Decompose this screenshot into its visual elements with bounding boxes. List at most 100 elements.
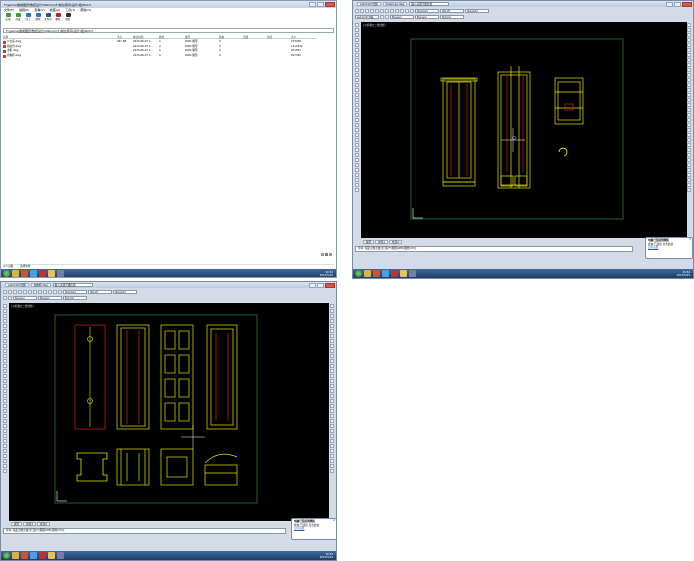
command-line[interactable]: 命令: 指定对角点或 [栏选(F)/圈围(WP)/圈交(CP)]: xyxy=(3,528,286,534)
draw-tool-icon[interactable] xyxy=(3,449,7,453)
copy-icon[interactable] xyxy=(28,289,32,294)
properties-button[interactable]: 属性 xyxy=(64,13,72,21)
draw-tool-icon[interactable] xyxy=(355,168,359,172)
modify-tool-icon[interactable] xyxy=(330,414,334,418)
modify-tool-icon[interactable] xyxy=(330,389,334,393)
draw-tool-icon[interactable] xyxy=(3,419,7,423)
draw-tool-icon[interactable] xyxy=(3,454,7,458)
start-button[interactable] xyxy=(3,552,10,559)
col-version[interactable]: 版本 xyxy=(219,35,243,39)
delete-button[interactable]: 删除 xyxy=(54,13,62,21)
document-tab[interactable]: 衣橱柜.dwg xyxy=(30,283,51,287)
col-accessed[interactable]: 访问 xyxy=(267,35,291,39)
draw-tool-icon[interactable] xyxy=(355,113,359,117)
modify-tool-icon[interactable] xyxy=(330,369,334,373)
draw-tool-icon[interactable] xyxy=(355,98,359,102)
modify-tool-icon[interactable] xyxy=(330,379,334,383)
text-style-select[interactable]: Standard xyxy=(63,289,87,294)
modify-tool-icon[interactable] xyxy=(687,108,691,112)
tab-layout1[interactable]: 布局1 xyxy=(23,522,37,526)
modify-tool-icon[interactable] xyxy=(687,128,691,132)
draw-tool-icon[interactable] xyxy=(3,364,7,368)
modify-tool-icon[interactable] xyxy=(687,183,691,187)
taskbar-app-cad[interactable] xyxy=(39,552,46,559)
minimize-button[interactable] xyxy=(666,2,673,7)
cut-icon[interactable] xyxy=(23,289,27,294)
draw-tool-icon[interactable] xyxy=(355,163,359,167)
draw-tool-icon[interactable] xyxy=(3,369,7,373)
dim-style-select[interactable]: ISO-25 xyxy=(88,289,112,294)
maximize-button[interactable] xyxy=(317,2,324,7)
zoom-icon[interactable] xyxy=(405,8,409,13)
modify-tool-icon[interactable] xyxy=(330,409,334,413)
layer-icon[interactable] xyxy=(380,14,384,19)
modify-tool-icon[interactable] xyxy=(687,23,691,27)
modify-tool-icon[interactable] xyxy=(687,38,691,42)
drawing-canvas[interactable]: [-][俯视][二维线框] xyxy=(361,22,687,238)
tray-icon-b[interactable] xyxy=(325,253,328,256)
draw-tool-icon[interactable] xyxy=(3,339,7,343)
new-icon[interactable] xyxy=(3,289,7,294)
close-button[interactable] xyxy=(325,2,335,7)
taskbar-app-browser[interactable] xyxy=(30,270,37,277)
draw-tool-icon[interactable] xyxy=(3,414,7,418)
paste-icon[interactable] xyxy=(385,8,389,13)
save-icon[interactable] xyxy=(13,289,17,294)
folders-button[interactable]: 文件夹 xyxy=(44,13,52,21)
draw-tool-icon[interactable] xyxy=(3,304,7,308)
draw-tool-icon[interactable] xyxy=(355,43,359,47)
draw-tool-icon[interactable] xyxy=(355,188,359,192)
modify-tool-icon[interactable] xyxy=(687,163,691,167)
modify-tool-icon[interactable] xyxy=(687,103,691,107)
forward-button[interactable]: 前进 xyxy=(14,13,22,21)
paste-icon[interactable] xyxy=(33,289,37,294)
modify-tool-icon[interactable] xyxy=(687,73,691,77)
start-button[interactable] xyxy=(3,270,10,277)
open-icon[interactable] xyxy=(8,289,12,294)
modify-tool-icon[interactable] xyxy=(330,324,334,328)
new-icon[interactable] xyxy=(355,8,359,13)
command-line[interactable]: 命令: 指定对角点或 [栏选(F)/圈围(WP)/圈交(CP)]: xyxy=(355,246,633,252)
modify-tool-icon[interactable] xyxy=(687,118,691,122)
draw-tool-icon[interactable] xyxy=(3,374,7,378)
draw-tool-icon[interactable] xyxy=(3,319,7,323)
draw-tool-icon[interactable] xyxy=(355,158,359,162)
taskbar-app-folder[interactable] xyxy=(48,552,55,559)
modify-tool-icon[interactable] xyxy=(330,464,334,468)
taskbar-app-explorer[interactable] xyxy=(12,270,19,277)
search-box[interactable]: 输入关键字或短语 xyxy=(409,2,450,6)
draw-tool-icon[interactable] xyxy=(3,329,7,333)
modify-tool-icon[interactable] xyxy=(330,374,334,378)
pan-icon[interactable] xyxy=(400,8,404,13)
modify-tool-icon[interactable] xyxy=(687,43,691,47)
draw-tool-icon[interactable] xyxy=(3,379,7,383)
draw-tool-icon[interactable] xyxy=(355,33,359,37)
workspace-tab[interactable]: AutoCAD 经典 xyxy=(5,283,29,287)
draw-tool-icon[interactable] xyxy=(3,384,7,388)
draw-tool-icon[interactable] xyxy=(355,48,359,52)
draw-tool-icon[interactable] xyxy=(355,68,359,72)
modify-tool-icon[interactable] xyxy=(687,48,691,52)
draw-tool-icon[interactable] xyxy=(3,334,7,338)
draw-tool-icon[interactable] xyxy=(355,128,359,132)
draw-tool-icon[interactable] xyxy=(355,83,359,87)
draw-tool-icon[interactable] xyxy=(355,28,359,32)
notification-link[interactable]: 显示设置 xyxy=(648,246,658,249)
table-style-select[interactable]: Standard xyxy=(465,8,489,13)
modify-tool-icon[interactable] xyxy=(687,168,691,172)
draw-tool-icon[interactable] xyxy=(3,399,7,403)
taskbar-app-explorer[interactable] xyxy=(364,270,371,277)
undo-icon[interactable] xyxy=(390,8,394,13)
maximize-button[interactable] xyxy=(317,283,324,288)
close-icon[interactable]: × xyxy=(333,519,335,523)
modify-tool-icon[interactable] xyxy=(330,384,334,388)
col-bytes[interactable]: 大小 xyxy=(291,35,321,39)
taskbar-app-other[interactable] xyxy=(409,270,416,277)
modify-tool-icon[interactable] xyxy=(330,404,334,408)
modify-tool-icon[interactable] xyxy=(330,419,334,423)
modify-tool-icon[interactable] xyxy=(330,339,334,343)
pan-icon[interactable] xyxy=(48,289,52,294)
modify-tool-icon[interactable] xyxy=(330,334,334,338)
draw-tool-icon[interactable] xyxy=(3,314,7,318)
modify-tool-icon[interactable] xyxy=(687,123,691,127)
